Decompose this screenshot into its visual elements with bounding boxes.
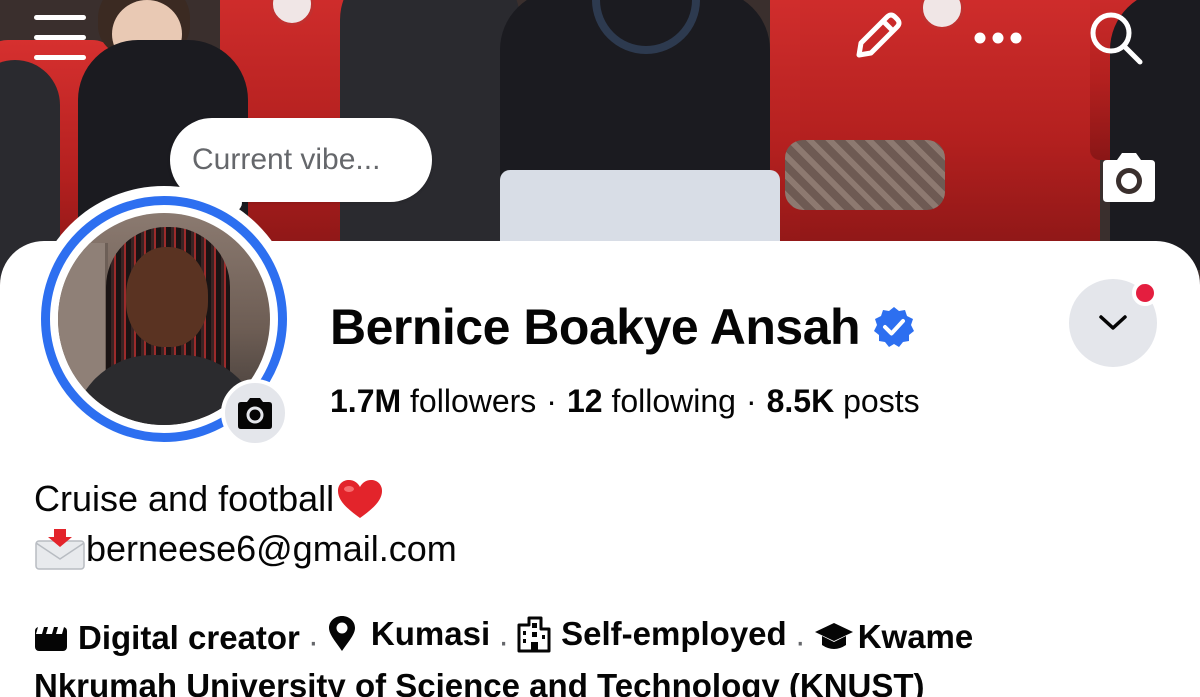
map-pin-icon bbox=[327, 614, 371, 654]
posts-link[interactable]: 8.5K posts bbox=[767, 383, 920, 419]
camera-icon[interactable] bbox=[221, 379, 289, 447]
detail-category: Digital creator bbox=[34, 616, 300, 660]
separator: · bbox=[498, 623, 510, 660]
bio-line: berneese6@gmail.com bbox=[34, 524, 457, 574]
cover-scarf bbox=[785, 140, 945, 210]
hamburger-menu-icon[interactable] bbox=[30, 8, 90, 68]
separator: · bbox=[307, 623, 319, 660]
profile-stats: 1.7M followers · 12 following · 8.5K posts bbox=[330, 383, 920, 420]
camera-icon[interactable] bbox=[1097, 149, 1161, 205]
profile-name: Bernice Boakye Ansah bbox=[330, 299, 861, 355]
work-label: Self-employed bbox=[561, 615, 787, 652]
photo-face bbox=[126, 247, 208, 347]
ellipsis-icon[interactable] bbox=[968, 8, 1028, 68]
pencil-icon[interactable] bbox=[846, 8, 906, 68]
notification-dot bbox=[1132, 280, 1158, 306]
followers-count: 1.7M bbox=[330, 383, 402, 419]
location-label: Kumasi bbox=[370, 615, 491, 652]
followers-link[interactable]: 1.7M followers bbox=[330, 383, 536, 419]
graduation-cap-icon bbox=[814, 617, 858, 657]
separator: · bbox=[794, 623, 806, 660]
bio: Cruise and football berneese6@gmail.com bbox=[34, 474, 457, 574]
detail-education[interactable]: Kwame bbox=[814, 615, 974, 659]
film-clapper-icon bbox=[34, 618, 78, 658]
followers-label: followers bbox=[410, 383, 537, 419]
following-label: following bbox=[611, 383, 736, 419]
separator: · bbox=[745, 383, 757, 419]
profile-details: Digital creator · Kumasi · Self-employed… bbox=[34, 612, 1184, 697]
category-label: Digital creator bbox=[78, 619, 300, 656]
bio-text: Cruise and football bbox=[34, 478, 335, 519]
posts-count: 8.5K bbox=[766, 383, 835, 419]
cover-seat bbox=[800, 0, 1100, 260]
detail-location[interactable]: Kumasi bbox=[327, 612, 490, 656]
following-count: 12 bbox=[566, 383, 603, 419]
note-bubble[interactable]: Current vibe... bbox=[170, 118, 432, 202]
verified-badge-icon[interactable] bbox=[872, 305, 916, 349]
building-icon bbox=[517, 614, 561, 654]
profile-name-row: Bernice Boakye Ansah bbox=[330, 298, 916, 356]
search-icon[interactable] bbox=[1086, 8, 1146, 68]
following-link[interactable]: 12 following bbox=[567, 383, 736, 419]
photo-background bbox=[58, 243, 108, 393]
chevron-down-icon bbox=[1099, 315, 1127, 330]
contact-email[interactable]: berneese6@gmail.com bbox=[86, 524, 457, 574]
posts-label: posts bbox=[843, 383, 920, 419]
bio-line: Cruise and football bbox=[34, 474, 457, 524]
separator: · bbox=[546, 383, 557, 419]
education-label-continued[interactable]: Nkrumah University of Science and Techno… bbox=[34, 667, 925, 697]
envelope-with-arrow-icon bbox=[34, 527, 86, 571]
education-label: Kwame bbox=[857, 618, 974, 655]
detail-work: Self-employed bbox=[517, 612, 787, 656]
note-placeholder: Current vibe... bbox=[192, 143, 381, 176]
red-heart-icon bbox=[334, 477, 386, 521]
